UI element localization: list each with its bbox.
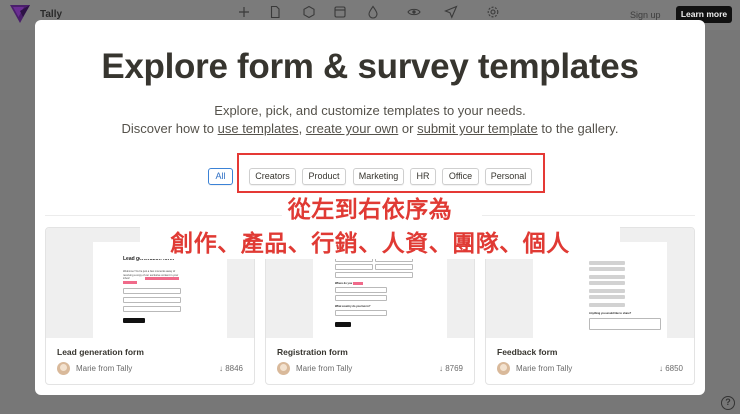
send-icon[interactable] [444, 5, 458, 19]
filter-chip-all[interactable]: All [208, 168, 233, 185]
preview-option [589, 281, 625, 285]
preview-input [335, 264, 373, 270]
preview-input [375, 264, 413, 270]
tally-logo-icon[interactable] [10, 5, 30, 23]
avatar [277, 362, 290, 375]
preview-input [123, 306, 181, 312]
card-author: Marie from Tally [76, 364, 133, 373]
annotation-caption-line1: 從左到右依序為 [287, 196, 453, 222]
preview-option [589, 289, 625, 293]
download-count: ↓ 8769 [438, 364, 463, 373]
card-author: Marie from Tally [296, 364, 353, 373]
avatar [57, 362, 70, 375]
avatar [497, 362, 510, 375]
annotation-caption-line2: 創作、產品、行銷、人資、團隊、個人 [170, 230, 570, 256]
sign-up-link[interactable]: Sign up [630, 10, 661, 20]
brand-name: Tally [40, 9, 63, 20]
preview-option [589, 295, 625, 299]
preview-input [123, 288, 181, 294]
create-your-own-link[interactable]: create your own [306, 121, 399, 136]
drop-icon[interactable] [366, 5, 380, 19]
card-title: Registration form [277, 347, 348, 357]
gear-icon[interactable] [486, 5, 500, 19]
hexagon-icon[interactable] [302, 5, 316, 19]
preview-option [589, 275, 625, 279]
preview-input [335, 310, 387, 316]
preview-button [123, 318, 145, 323]
preview-question: Anything you would like to share? [589, 312, 632, 315]
plus-icon[interactable] [237, 5, 251, 19]
layout-icon[interactable] [333, 5, 347, 19]
preview-highlight [145, 277, 179, 280]
modal-subtitle-links: Discover how to use templates, create yo… [121, 121, 619, 136]
preview-input [123, 297, 181, 303]
card-title: Feedback form [497, 347, 558, 357]
preview-input [335, 272, 413, 278]
download-count: ↓ 8846 [218, 364, 243, 373]
preview-option [589, 267, 625, 271]
preview-option [589, 303, 625, 307]
submit-template-link[interactable]: submit your template [417, 121, 538, 136]
preview-highlight [123, 281, 137, 284]
preview-option [589, 261, 625, 265]
download-count: ↓ 6850 [658, 364, 683, 373]
preview-input [335, 295, 387, 301]
modal-subtitle: Explore, pick, and customize templates t… [214, 103, 526, 118]
preview-highlight [353, 282, 363, 285]
help-button[interactable]: ? [721, 396, 735, 410]
preview-question: What country do you live in? [335, 305, 371, 308]
card-author: Marie from Tally [516, 364, 573, 373]
preview-button [335, 322, 351, 327]
eye-icon[interactable] [407, 5, 421, 19]
file-icon[interactable] [268, 5, 282, 19]
annotation-highlight-box [237, 153, 545, 193]
modal-title: Explore form & survey templates [101, 47, 639, 86]
preview-textarea [589, 318, 661, 330]
card-title: Lead generation form [57, 347, 144, 357]
preview-input [335, 287, 387, 293]
use-templates-link[interactable]: use templates [218, 121, 299, 136]
